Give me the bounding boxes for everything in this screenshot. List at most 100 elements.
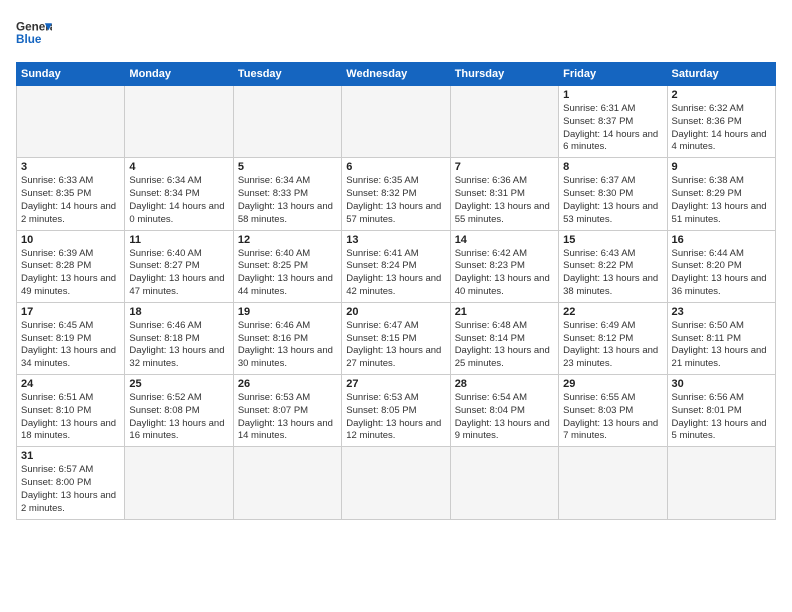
day-info: Sunrise: 6:32 AM Sunset: 8:36 PM Dayligh… — [672, 103, 771, 154]
weekday-header-wednesday: Wednesday — [342, 63, 450, 86]
calendar-cell — [342, 447, 450, 519]
day-info: Sunrise: 6:34 AM Sunset: 8:34 PM Dayligh… — [129, 175, 228, 226]
day-number: 14 — [455, 234, 554, 246]
calendar-cell: 28 Sunrise: 6:54 AM Sunset: 8:04 PM Dayli… — [450, 375, 558, 447]
calendar-cell — [559, 447, 667, 519]
day-number: 2 — [672, 89, 771, 101]
calendar-cell: 20 Sunrise: 6:47 AM Sunset: 8:15 PM Dayli… — [342, 302, 450, 374]
calendar-cell: 14 Sunrise: 6:42 AM Sunset: 8:23 PM Dayli… — [450, 230, 558, 302]
day-info: Sunrise: 6:56 AM Sunset: 8:01 PM Dayligh… — [672, 392, 771, 443]
day-info: Sunrise: 6:49 AM Sunset: 8:12 PM Dayligh… — [563, 320, 662, 371]
day-info: Sunrise: 6:46 AM Sunset: 8:18 PM Dayligh… — [129, 320, 228, 371]
calendar-cell: 18 Sunrise: 6:46 AM Sunset: 8:18 PM Dayli… — [125, 302, 233, 374]
day-number: 5 — [238, 161, 337, 173]
day-number: 15 — [563, 234, 662, 246]
day-info: Sunrise: 6:55 AM Sunset: 8:03 PM Dayligh… — [563, 392, 662, 443]
day-number: 11 — [129, 234, 228, 246]
day-number: 18 — [129, 306, 228, 318]
day-number: 30 — [672, 378, 771, 390]
weekday-header-tuesday: Tuesday — [233, 63, 341, 86]
calendar-cell: 21Sunrise: 6:48 AM Sunset: 8:14 PM Dayli… — [450, 302, 558, 374]
day-number: 9 — [672, 161, 771, 173]
day-info: Sunrise: 6:48 AM Sunset: 8:14 PM Dayligh… — [455, 320, 554, 371]
calendar-cell: 25 Sunrise: 6:52 AM Sunset: 8:08 PM Dayli… — [125, 375, 233, 447]
calendar-cell: 19Sunrise: 6:46 AM Sunset: 8:16 PM Dayli… — [233, 302, 341, 374]
day-info: Sunrise: 6:35 AM Sunset: 8:32 PM Dayligh… — [346, 175, 445, 226]
day-number: 6 — [346, 161, 445, 173]
svg-text:Blue: Blue — [16, 33, 42, 46]
day-number: 3 — [21, 161, 120, 173]
day-info: Sunrise: 6:45 AM Sunset: 8:19 PM Dayligh… — [21, 320, 120, 371]
calendar-cell: 23 Sunrise: 6:50 AM Sunset: 8:11 PM Dayli… — [667, 302, 775, 374]
weekday-header-row: SundayMondayTuesdayWednesdayThursdayFrid… — [17, 63, 776, 86]
day-number: 23 — [672, 306, 771, 318]
day-number: 17 — [21, 306, 120, 318]
day-number: 27 — [346, 378, 445, 390]
weekday-header-saturday: Saturday — [667, 63, 775, 86]
calendar-cell: 29 Sunrise: 6:55 AM Sunset: 8:03 PM Dayli… — [559, 375, 667, 447]
day-info: Sunrise: 6:47 AM Sunset: 8:15 PM Dayligh… — [346, 320, 445, 371]
calendar-cell: 3 Sunrise: 6:33 AM Sunset: 8:35 PM Daylig… — [17, 158, 125, 230]
day-info: Sunrise: 6:39 AM Sunset: 8:28 PM Dayligh… — [21, 248, 120, 299]
day-number: 20 — [346, 306, 445, 318]
day-number: 16 — [672, 234, 771, 246]
weekday-header-friday: Friday — [559, 63, 667, 86]
calendar-row-3: 10Sunrise: 6:39 AM Sunset: 8:28 PM Dayli… — [17, 230, 776, 302]
calendar-cell: 7 Sunrise: 6:36 AM Sunset: 8:31 PM Daylig… — [450, 158, 558, 230]
calendar-cell: 16 Sunrise: 6:44 AM Sunset: 8:20 PM Dayli… — [667, 230, 775, 302]
calendar-cell — [450, 86, 558, 158]
day-number: 25 — [129, 378, 228, 390]
calendar-row-4: 17 Sunrise: 6:45 AM Sunset: 8:19 PM Dayli… — [17, 302, 776, 374]
calendar-cell: 1Sunrise: 6:31 AM Sunset: 8:37 PM Daylig… — [559, 86, 667, 158]
day-number: 7 — [455, 161, 554, 173]
day-info: Sunrise: 6:40 AM Sunset: 8:27 PM Dayligh… — [129, 248, 228, 299]
calendar-cell — [450, 447, 558, 519]
calendar-cell: 13 Sunrise: 6:41 AM Sunset: 8:24 PM Dayli… — [342, 230, 450, 302]
weekday-header-thursday: Thursday — [450, 63, 558, 86]
day-info: Sunrise: 6:44 AM Sunset: 8:20 PM Dayligh… — [672, 248, 771, 299]
calendar-cell: 11 Sunrise: 6:40 AM Sunset: 8:27 PM Dayli… — [125, 230, 233, 302]
calendar-cell: 8 Sunrise: 6:37 AM Sunset: 8:30 PM Daylig… — [559, 158, 667, 230]
calendar-cell: 22Sunrise: 6:49 AM Sunset: 8:12 PM Dayli… — [559, 302, 667, 374]
day-number: 28 — [455, 378, 554, 390]
calendar-cell — [17, 86, 125, 158]
calendar-cell — [233, 447, 341, 519]
day-info: Sunrise: 6:43 AM Sunset: 8:22 PM Dayligh… — [563, 248, 662, 299]
calendar-row-1: 1Sunrise: 6:31 AM Sunset: 8:37 PM Daylig… — [17, 86, 776, 158]
day-info: Sunrise: 6:37 AM Sunset: 8:30 PM Dayligh… — [563, 175, 662, 226]
day-info: Sunrise: 6:42 AM Sunset: 8:23 PM Dayligh… — [455, 248, 554, 299]
calendar-cell — [233, 86, 341, 158]
calendar-cell: 17 Sunrise: 6:45 AM Sunset: 8:19 PM Dayli… — [17, 302, 125, 374]
day-info: Sunrise: 6:52 AM Sunset: 8:08 PM Dayligh… — [129, 392, 228, 443]
calendar-cell: 15 Sunrise: 6:43 AM Sunset: 8:22 PM Dayli… — [559, 230, 667, 302]
day-info: Sunrise: 6:53 AM Sunset: 8:07 PM Dayligh… — [238, 392, 337, 443]
day-info: Sunrise: 6:54 AM Sunset: 8:04 PM Dayligh… — [455, 392, 554, 443]
day-number: 19 — [238, 306, 337, 318]
day-info: Sunrise: 6:57 AM Sunset: 8:00 PM Dayligh… — [21, 464, 120, 515]
calendar-cell: 12 Sunrise: 6:40 AM Sunset: 8:25 PM Dayli… — [233, 230, 341, 302]
calendar-cell: 27 Sunrise: 6:53 AM Sunset: 8:05 PM Dayli… — [342, 375, 450, 447]
calendar-cell: 10Sunrise: 6:39 AM Sunset: 8:28 PM Dayli… — [17, 230, 125, 302]
logo: General Blue — [16, 16, 52, 52]
day-number: 8 — [563, 161, 662, 173]
day-info: Sunrise: 6:40 AM Sunset: 8:25 PM Dayligh… — [238, 248, 337, 299]
day-info: Sunrise: 6:53 AM Sunset: 8:05 PM Dayligh… — [346, 392, 445, 443]
calendar-cell: 4Sunrise: 6:34 AM Sunset: 8:34 PM Daylig… — [125, 158, 233, 230]
calendar-cell: 24Sunrise: 6:51 AM Sunset: 8:10 PM Dayli… — [17, 375, 125, 447]
day-info: Sunrise: 6:31 AM Sunset: 8:37 PM Dayligh… — [563, 103, 662, 154]
calendar-row-2: 3 Sunrise: 6:33 AM Sunset: 8:35 PM Daylig… — [17, 158, 776, 230]
day-number: 13 — [346, 234, 445, 246]
day-info: Sunrise: 6:36 AM Sunset: 8:31 PM Dayligh… — [455, 175, 554, 226]
calendar-cell — [125, 447, 233, 519]
calendar-cell: 9Sunrise: 6:38 AM Sunset: 8:29 PM Daylig… — [667, 158, 775, 230]
calendar-cell: 6 Sunrise: 6:35 AM Sunset: 8:32 PM Daylig… — [342, 158, 450, 230]
calendar-cell: 30 Sunrise: 6:56 AM Sunset: 8:01 PM Dayli… — [667, 375, 775, 447]
day-number: 12 — [238, 234, 337, 246]
day-info: Sunrise: 6:41 AM Sunset: 8:24 PM Dayligh… — [346, 248, 445, 299]
day-number: 29 — [563, 378, 662, 390]
calendar-row-6: 31Sunrise: 6:57 AM Sunset: 8:00 PM Dayli… — [17, 447, 776, 519]
day-info: Sunrise: 6:50 AM Sunset: 8:11 PM Dayligh… — [672, 320, 771, 371]
calendar-cell — [342, 86, 450, 158]
day-info: Sunrise: 6:33 AM Sunset: 8:35 PM Dayligh… — [21, 175, 120, 226]
calendar-cell: 5Sunrise: 6:34 AM Sunset: 8:33 PM Daylig… — [233, 158, 341, 230]
